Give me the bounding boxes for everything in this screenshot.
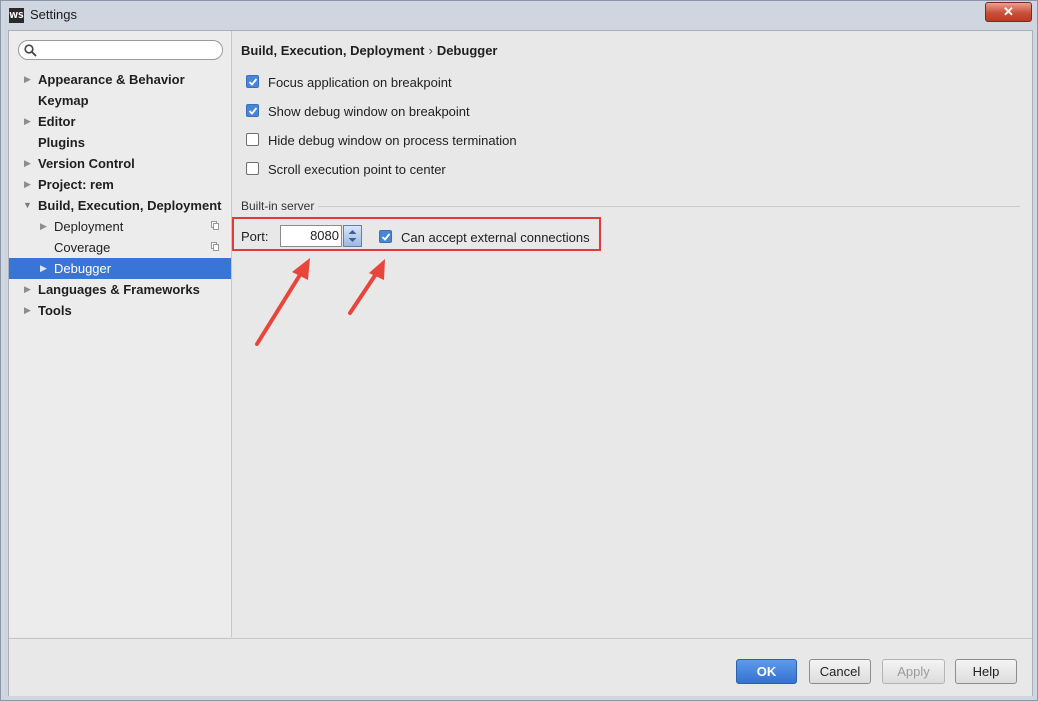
checkbox-label: Scroll execution point to center bbox=[268, 162, 446, 177]
apply-button[interactable]: Apply bbox=[882, 659, 945, 684]
checkbox[interactable] bbox=[246, 75, 259, 88]
sidebar-item-label: Project: rem bbox=[38, 177, 114, 192]
sidebar-item-deployment[interactable]: ▶ Deployment bbox=[9, 216, 231, 237]
checkbox-label: Focus application on breakpoint bbox=[268, 75, 452, 90]
expand-arrow-icon[interactable]: ▶ bbox=[24, 111, 34, 132]
checkbox-label: Show debug window on breakpoint bbox=[268, 104, 470, 119]
sidebar-item-plugins[interactable]: Plugins bbox=[9, 132, 231, 153]
sidebar-item-version-control[interactable]: ▶ Version Control bbox=[9, 153, 231, 174]
search-input[interactable] bbox=[39, 42, 218, 60]
ok-button[interactable]: OK bbox=[736, 659, 797, 684]
sidebar-item-label: Build, Execution, Deployment bbox=[38, 198, 222, 213]
webstorm-app-icon: WS bbox=[9, 8, 24, 23]
sidebar-item-label: Editor bbox=[38, 114, 76, 129]
expand-arrow-icon[interactable]: ▶ bbox=[40, 216, 50, 237]
dialog-footer: OK Cancel Apply Help bbox=[9, 638, 1032, 696]
title-bar: WS Settings ✕ bbox=[1, 1, 1037, 29]
sidebar-item-label: Coverage bbox=[54, 240, 111, 255]
sidebar-item-label: Debugger bbox=[54, 261, 112, 276]
annotation-arrows bbox=[255, 258, 385, 346]
settings-window: WS Settings ✕ ▶ Appearance & Behavior Ke… bbox=[0, 0, 1038, 701]
close-button[interactable]: ✕ bbox=[985, 2, 1032, 22]
group-divider bbox=[318, 206, 1020, 207]
sidebar-item-label: Version Control bbox=[38, 156, 135, 171]
annotation-arrow-port bbox=[255, 258, 310, 346]
checkbox-label: Hide debug window on process termination bbox=[268, 133, 517, 148]
annotation-highlight-box bbox=[232, 217, 601, 251]
sidebar-item-appearance-behavior[interactable]: ▶ Appearance & Behavior bbox=[9, 69, 231, 90]
window-title: Settings bbox=[30, 7, 77, 22]
sidebar-item-project[interactable]: ▶ Project: rem bbox=[9, 174, 231, 195]
sidebar-item-label: Appearance & Behavior bbox=[38, 72, 185, 87]
settings-tree: ▶ Appearance & Behavior Keymap ▶ Editor … bbox=[9, 69, 231, 321]
sidebar-item-label: Keymap bbox=[38, 93, 89, 108]
cancel-button[interactable]: Cancel bbox=[809, 659, 871, 684]
sidebar-item-build-execution-deployment[interactable]: ▼ Build, Execution, Deployment bbox=[9, 195, 231, 216]
breadcrumb-parent: Build, Execution, Deployment bbox=[241, 43, 425, 58]
expand-arrow-icon[interactable]: ▶ bbox=[24, 174, 34, 195]
annotation-arrow-external bbox=[348, 259, 385, 315]
collapse-arrow-icon[interactable]: ▼ bbox=[23, 195, 33, 216]
settings-sidebar: ▶ Appearance & Behavior Keymap ▶ Editor … bbox=[9, 31, 232, 637]
sidebar-item-tools[interactable]: ▶ Tools bbox=[9, 300, 231, 321]
expand-arrow-icon[interactable]: ▶ bbox=[24, 69, 34, 90]
expand-arrow-icon[interactable]: ▶ bbox=[40, 258, 50, 279]
checkmark-icon bbox=[248, 78, 258, 86]
checkmark-icon bbox=[248, 107, 258, 115]
expand-arrow-icon[interactable]: ▶ bbox=[24, 300, 34, 321]
sidebar-item-languages-frameworks[interactable]: ▶ Languages & Frameworks bbox=[9, 279, 231, 300]
sidebar-item-label: Tools bbox=[38, 303, 72, 318]
sidebar-item-label: Plugins bbox=[38, 135, 85, 150]
project-settings-icon bbox=[211, 242, 219, 251]
help-button[interactable]: Help bbox=[955, 659, 1017, 684]
checkbox[interactable] bbox=[246, 104, 259, 117]
breadcrumb: Build, Execution, Deployment › Debugger bbox=[241, 43, 497, 58]
dialog-body: ▶ Appearance & Behavior Keymap ▶ Editor … bbox=[8, 30, 1033, 696]
checkbox[interactable] bbox=[246, 133, 259, 146]
breadcrumb-separator: › bbox=[428, 43, 433, 58]
sidebar-item-debugger[interactable]: ▶ Debugger bbox=[9, 258, 231, 279]
builtin-server-title: Built-in server bbox=[241, 199, 315, 213]
sidebar-item-label: Languages & Frameworks bbox=[38, 282, 200, 297]
sidebar-item-keymap[interactable]: Keymap bbox=[9, 90, 231, 111]
sidebar-item-editor[interactable]: ▶ Editor bbox=[9, 111, 231, 132]
search-field[interactable] bbox=[18, 40, 223, 60]
project-settings-icon bbox=[211, 221, 219, 230]
breadcrumb-current: Debugger bbox=[436, 43, 498, 58]
sidebar-item-coverage[interactable]: Coverage bbox=[9, 237, 231, 258]
search-icon bbox=[24, 44, 37, 57]
expand-arrow-icon[interactable]: ▶ bbox=[24, 279, 34, 300]
checkbox[interactable] bbox=[246, 162, 259, 175]
expand-arrow-icon[interactable]: ▶ bbox=[24, 153, 34, 174]
sidebar-item-label: Deployment bbox=[54, 219, 124, 234]
